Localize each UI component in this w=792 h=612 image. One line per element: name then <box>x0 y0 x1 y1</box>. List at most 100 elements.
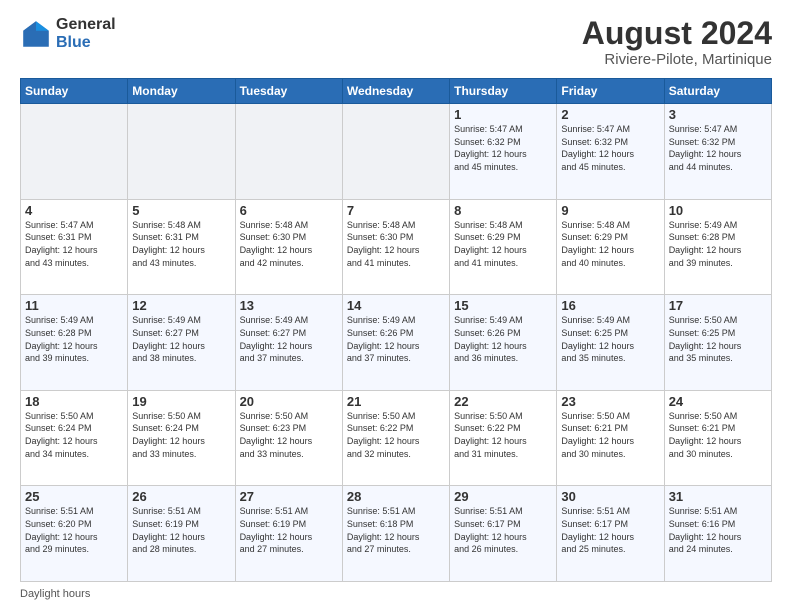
cell-week0-day6: 3Sunrise: 5:47 AM Sunset: 6:32 PM Daylig… <box>664 104 771 200</box>
day-info: Sunrise: 5:48 AM Sunset: 6:31 PM Dayligh… <box>132 219 230 269</box>
day-number: 15 <box>454 298 552 313</box>
day-number: 29 <box>454 489 552 504</box>
cell-week2-day4: 15Sunrise: 5:49 AM Sunset: 6:26 PM Dayli… <box>450 295 557 391</box>
cell-week4-day6: 31Sunrise: 5:51 AM Sunset: 6:16 PM Dayli… <box>664 486 771 582</box>
day-info: Sunrise: 5:48 AM Sunset: 6:29 PM Dayligh… <box>454 219 552 269</box>
cell-week2-day0: 11Sunrise: 5:49 AM Sunset: 6:28 PM Dayli… <box>21 295 128 391</box>
day-info: Sunrise: 5:50 AM Sunset: 6:23 PM Dayligh… <box>240 410 338 460</box>
week-row-4: 25Sunrise: 5:51 AM Sunset: 6:20 PM Dayli… <box>21 486 772 582</box>
day-number: 24 <box>669 394 767 409</box>
cell-week1-day4: 8Sunrise: 5:48 AM Sunset: 6:29 PM Daylig… <box>450 199 557 295</box>
day-info: Sunrise: 5:47 AM Sunset: 6:31 PM Dayligh… <box>25 219 123 269</box>
title-block: August 2024 Riviere-Pilote, Martinique <box>582 16 772 68</box>
day-number: 3 <box>669 107 767 122</box>
day-number: 23 <box>561 394 659 409</box>
day-number: 12 <box>132 298 230 313</box>
logo-text: General Blue <box>56 16 116 51</box>
cell-week2-day6: 17Sunrise: 5:50 AM Sunset: 6:25 PM Dayli… <box>664 295 771 391</box>
day-info: Sunrise: 5:51 AM Sunset: 6:17 PM Dayligh… <box>561 505 659 555</box>
week-row-1: 4Sunrise: 5:47 AM Sunset: 6:31 PM Daylig… <box>21 199 772 295</box>
cell-week2-day5: 16Sunrise: 5:49 AM Sunset: 6:25 PM Dayli… <box>557 295 664 391</box>
logo-general: General <box>56 16 116 34</box>
cell-week0-day2 <box>235 104 342 200</box>
col-monday: Monday <box>128 79 235 104</box>
cell-week2-day1: 12Sunrise: 5:49 AM Sunset: 6:27 PM Dayli… <box>128 295 235 391</box>
week-row-2: 11Sunrise: 5:49 AM Sunset: 6:28 PM Dayli… <box>21 295 772 391</box>
footer: Daylight hours <box>20 588 772 600</box>
cell-week1-day2: 6Sunrise: 5:48 AM Sunset: 6:30 PM Daylig… <box>235 199 342 295</box>
calendar-body: 1Sunrise: 5:47 AM Sunset: 6:32 PM Daylig… <box>21 104 772 582</box>
day-number: 22 <box>454 394 552 409</box>
cell-week1-day3: 7Sunrise: 5:48 AM Sunset: 6:30 PM Daylig… <box>342 199 449 295</box>
day-number: 10 <box>669 203 767 218</box>
day-info: Sunrise: 5:47 AM Sunset: 6:32 PM Dayligh… <box>669 123 767 173</box>
cell-week4-day1: 26Sunrise: 5:51 AM Sunset: 6:19 PM Dayli… <box>128 486 235 582</box>
day-number: 9 <box>561 203 659 218</box>
day-number: 14 <box>347 298 445 313</box>
day-info: Sunrise: 5:47 AM Sunset: 6:32 PM Dayligh… <box>454 123 552 173</box>
day-number: 21 <box>347 394 445 409</box>
day-info: Sunrise: 5:50 AM Sunset: 6:21 PM Dayligh… <box>561 410 659 460</box>
day-info: Sunrise: 5:51 AM Sunset: 6:16 PM Dayligh… <box>669 505 767 555</box>
week-row-0: 1Sunrise: 5:47 AM Sunset: 6:32 PM Daylig… <box>21 104 772 200</box>
day-info: Sunrise: 5:51 AM Sunset: 6:19 PM Dayligh… <box>132 505 230 555</box>
col-wednesday: Wednesday <box>342 79 449 104</box>
cell-week1-day5: 9Sunrise: 5:48 AM Sunset: 6:29 PM Daylig… <box>557 199 664 295</box>
day-info: Sunrise: 5:50 AM Sunset: 6:24 PM Dayligh… <box>132 410 230 460</box>
week-row-3: 18Sunrise: 5:50 AM Sunset: 6:24 PM Dayli… <box>21 390 772 486</box>
day-info: Sunrise: 5:50 AM Sunset: 6:22 PM Dayligh… <box>347 410 445 460</box>
day-number: 30 <box>561 489 659 504</box>
logo-icon <box>20 18 52 50</box>
cell-week0-day3 <box>342 104 449 200</box>
col-thursday: Thursday <box>450 79 557 104</box>
cell-week4-day4: 29Sunrise: 5:51 AM Sunset: 6:17 PM Dayli… <box>450 486 557 582</box>
col-saturday: Saturday <box>664 79 771 104</box>
day-info: Sunrise: 5:49 AM Sunset: 6:26 PM Dayligh… <box>454 314 552 364</box>
day-number: 13 <box>240 298 338 313</box>
cell-week3-day3: 21Sunrise: 5:50 AM Sunset: 6:22 PM Dayli… <box>342 390 449 486</box>
day-info: Sunrise: 5:49 AM Sunset: 6:26 PM Dayligh… <box>347 314 445 364</box>
calendar-title: August 2024 <box>582 16 772 51</box>
col-tuesday: Tuesday <box>235 79 342 104</box>
day-number: 20 <box>240 394 338 409</box>
day-number: 2 <box>561 107 659 122</box>
calendar-header: Sunday Monday Tuesday Wednesday Thursday… <box>21 79 772 104</box>
cell-week1-day0: 4Sunrise: 5:47 AM Sunset: 6:31 PM Daylig… <box>21 199 128 295</box>
cell-week0-day5: 2Sunrise: 5:47 AM Sunset: 6:32 PM Daylig… <box>557 104 664 200</box>
cell-week4-day3: 28Sunrise: 5:51 AM Sunset: 6:18 PM Dayli… <box>342 486 449 582</box>
day-info: Sunrise: 5:48 AM Sunset: 6:30 PM Dayligh… <box>240 219 338 269</box>
day-info: Sunrise: 5:49 AM Sunset: 6:27 PM Dayligh… <box>132 314 230 364</box>
day-number: 19 <box>132 394 230 409</box>
header: General Blue August 2024 Riviere-Pilote,… <box>20 16 772 68</box>
day-info: Sunrise: 5:50 AM Sunset: 6:24 PM Dayligh… <box>25 410 123 460</box>
day-info: Sunrise: 5:51 AM Sunset: 6:20 PM Dayligh… <box>25 505 123 555</box>
cell-week0-day1 <box>128 104 235 200</box>
day-info: Sunrise: 5:49 AM Sunset: 6:27 PM Dayligh… <box>240 314 338 364</box>
cell-week1-day6: 10Sunrise: 5:49 AM Sunset: 6:28 PM Dayli… <box>664 199 771 295</box>
day-number: 27 <box>240 489 338 504</box>
day-number: 26 <box>132 489 230 504</box>
page: General Blue August 2024 Riviere-Pilote,… <box>0 0 792 612</box>
day-number: 6 <box>240 203 338 218</box>
cell-week1-day1: 5Sunrise: 5:48 AM Sunset: 6:31 PM Daylig… <box>128 199 235 295</box>
day-number: 31 <box>669 489 767 504</box>
day-number: 25 <box>25 489 123 504</box>
cell-week3-day2: 20Sunrise: 5:50 AM Sunset: 6:23 PM Dayli… <box>235 390 342 486</box>
day-info: Sunrise: 5:49 AM Sunset: 6:28 PM Dayligh… <box>669 219 767 269</box>
day-info: Sunrise: 5:51 AM Sunset: 6:19 PM Dayligh… <box>240 505 338 555</box>
logo-blue: Blue <box>56 34 116 52</box>
cell-week3-day6: 24Sunrise: 5:50 AM Sunset: 6:21 PM Dayli… <box>664 390 771 486</box>
cell-week3-day1: 19Sunrise: 5:50 AM Sunset: 6:24 PM Dayli… <box>128 390 235 486</box>
cell-week4-day2: 27Sunrise: 5:51 AM Sunset: 6:19 PM Dayli… <box>235 486 342 582</box>
day-info: Sunrise: 5:49 AM Sunset: 6:28 PM Dayligh… <box>25 314 123 364</box>
day-info: Sunrise: 5:50 AM Sunset: 6:22 PM Dayligh… <box>454 410 552 460</box>
day-info: Sunrise: 5:50 AM Sunset: 6:25 PM Dayligh… <box>669 314 767 364</box>
day-number: 7 <box>347 203 445 218</box>
day-info: Sunrise: 5:48 AM Sunset: 6:29 PM Dayligh… <box>561 219 659 269</box>
day-info: Sunrise: 5:47 AM Sunset: 6:32 PM Dayligh… <box>561 123 659 173</box>
cell-week2-day2: 13Sunrise: 5:49 AM Sunset: 6:27 PM Dayli… <box>235 295 342 391</box>
day-number: 5 <box>132 203 230 218</box>
footer-text: Daylight hours <box>20 588 90 600</box>
day-number: 18 <box>25 394 123 409</box>
cell-week2-day3: 14Sunrise: 5:49 AM Sunset: 6:26 PM Dayli… <box>342 295 449 391</box>
